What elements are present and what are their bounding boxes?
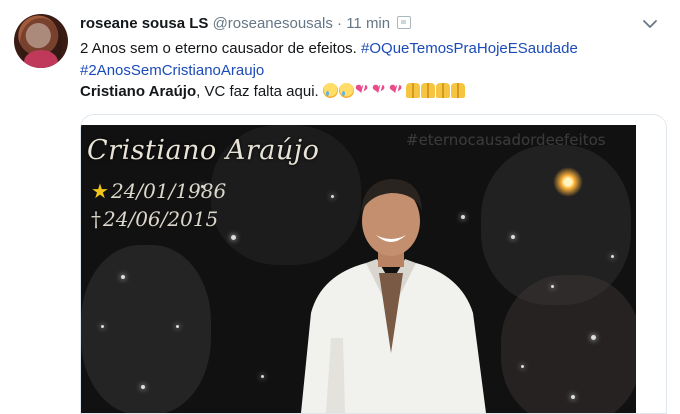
tweet[interactable]: roseane sousa LS @roseanesousals · 11 mi… xyxy=(0,0,680,414)
timestamp[interactable]: 11 min xyxy=(346,15,390,32)
star-icon: ★ xyxy=(91,179,109,203)
bokeh-dot xyxy=(231,235,236,240)
bokeh-dot xyxy=(511,235,515,239)
tweet-text-plain: , VC faz falta aqui. xyxy=(196,83,319,100)
bokeh-dot xyxy=(141,385,145,389)
user-handle[interactable]: @roseanesousals xyxy=(213,15,333,32)
folded-hands-icon xyxy=(405,83,420,98)
tribute-dates: ★ 24/01/1986 † 24/06/2015 xyxy=(91,177,226,233)
background-portrait xyxy=(501,275,636,413)
bokeh-dot xyxy=(571,395,575,399)
broken-heart-icon xyxy=(355,80,371,102)
chevron-down-icon[interactable] xyxy=(642,16,658,32)
avatar[interactable] xyxy=(14,14,68,68)
tweet-line-2: #2AnosSemCristianoAraujo xyxy=(80,60,665,82)
cross-icon: † xyxy=(91,207,101,231)
death-date: 24/06/2015 xyxy=(103,207,219,231)
tribute-title: Cristiano Araújo xyxy=(87,135,320,166)
tweet-header: roseane sousa LS @roseanesousals · 11 mi… xyxy=(80,14,412,34)
bokeh-dot xyxy=(521,365,524,368)
bokeh-dot xyxy=(176,325,179,328)
background-portrait xyxy=(81,245,211,413)
hashtag-link[interactable]: #OQueTemosPraHojeESaudade xyxy=(361,40,578,57)
tweet-text-bold: Cristiano Araújo xyxy=(80,83,197,100)
tweet-text-plain: 2 Anos sem o eterno causador de efeitos. xyxy=(80,40,362,57)
image-watermark: #eternocausadordeefeitos xyxy=(406,131,606,149)
stage-light xyxy=(553,167,583,197)
tweet-media[interactable]: Cristiano Araújo ★ 24/01/1986 † 24/06/2015… xyxy=(80,114,667,414)
source-app-icon xyxy=(397,16,412,29)
crying-face-icon xyxy=(338,83,354,98)
bokeh-dot xyxy=(611,255,614,258)
tweet-line-1: 2 Anos sem o eterno causador de efeitos.… xyxy=(80,38,665,60)
display-name[interactable]: roseane sousa LS xyxy=(80,15,208,32)
birth-date-row: ★ 24/01/1986 xyxy=(91,177,226,205)
bokeh-dot xyxy=(261,375,264,378)
bokeh-dot xyxy=(591,335,596,340)
broken-heart-icon xyxy=(389,80,405,102)
broken-heart-icon xyxy=(372,80,388,102)
avatar-shirt xyxy=(24,50,58,68)
folded-hands-icon xyxy=(435,83,450,98)
tweet-line-3: Cristiano Araújo, VC faz falta aqui. xyxy=(80,80,665,103)
birth-date: 24/01/1986 xyxy=(110,179,227,203)
bokeh-dot xyxy=(551,285,554,288)
singer-figure xyxy=(301,179,486,413)
folded-hands-icon xyxy=(450,83,465,98)
tribute-photo[interactable]: Cristiano Araújo ★ 24/01/1986 † 24/06/2015… xyxy=(81,125,636,413)
separator-dot: · xyxy=(337,15,343,32)
tweet-text: 2 Anos sem o eterno causador de efeitos.… xyxy=(80,38,665,103)
bokeh-dot xyxy=(121,275,125,279)
crying-face-icon xyxy=(322,83,338,98)
bokeh-dot xyxy=(101,325,104,328)
death-date-row: † 24/06/2015 xyxy=(91,205,226,233)
folded-hands-icon xyxy=(420,83,435,98)
hashtag-link[interactable]: #2AnosSemCristianoAraujo xyxy=(80,62,264,79)
